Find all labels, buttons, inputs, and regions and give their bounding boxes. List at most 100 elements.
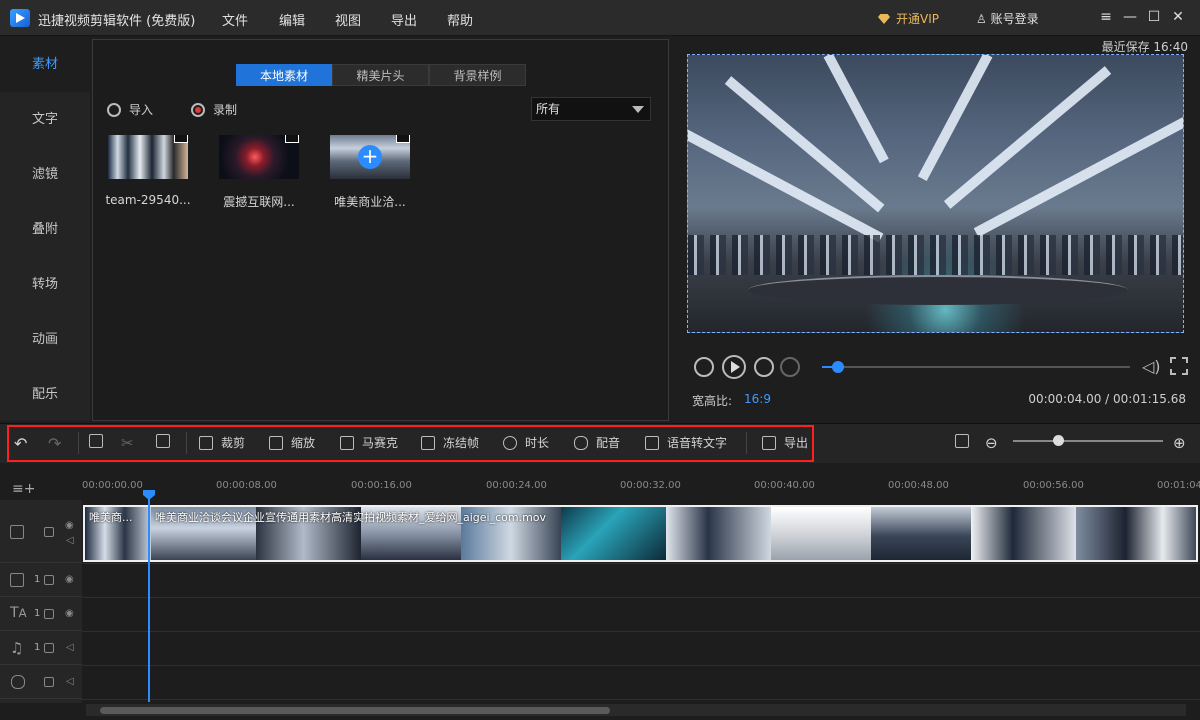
time-tick: 00:00:56.00	[1023, 480, 1084, 491]
scrollbar-thumb[interactable]	[100, 707, 610, 714]
media-library-panel: 本地素材 精美片头 背景样例 导入 录制 所有 team-29540... 震撼…	[92, 39, 669, 421]
playhead[interactable]	[148, 490, 150, 702]
menu-file[interactable]: 文件	[222, 10, 248, 29]
stop-button[interactable]	[780, 357, 800, 377]
sidebar-item-filters[interactable]: 滤镜	[0, 147, 90, 202]
zoom-slider-handle[interactable]	[1053, 435, 1064, 446]
import-label: 导入	[129, 103, 154, 117]
previous-frame-button[interactable]	[694, 357, 714, 377]
record-label: 录制	[213, 103, 238, 117]
lock-icon[interactable]	[44, 527, 54, 537]
time-tick: 00:00:32.00	[620, 480, 681, 491]
media-clip[interactable]: team-29540...	[105, 135, 191, 207]
timeline-zoom-slider[interactable]	[1013, 435, 1163, 446]
app-logo-icon	[10, 9, 30, 27]
sidebar-item-transitions[interactable]: 转场	[0, 257, 90, 312]
sidebar-item-overlay[interactable]: 叠附	[0, 202, 90, 257]
title-bar: 迅捷视频剪辑软件 (免费版) 文件 编辑 视图 导出 帮助 开通VIP ♙ 账号…	[0, 0, 1200, 36]
eye-icon[interactable]: ◉	[65, 574, 74, 585]
media-filter-select[interactable]: 所有	[531, 97, 651, 121]
filter-value: 所有	[536, 102, 561, 116]
video-track-header: 1 ◉	[0, 564, 82, 597]
sidebar-item-media[interactable]: 素材	[0, 37, 90, 92]
speaker-icon[interactable]: ◁	[66, 535, 74, 546]
vip-label: 开通VIP	[896, 12, 939, 26]
lock-icon[interactable]	[44, 609, 54, 619]
lock-icon[interactable]	[44, 575, 54, 585]
autosave-status: 最近保存 16:40	[1101, 40, 1188, 54]
import-button[interactable]: 导入	[107, 101, 153, 118]
volume-icon[interactable]: ◁)	[1142, 357, 1161, 376]
menu-help[interactable]: 帮助	[447, 10, 473, 29]
time-tick: 00:00:08.00	[216, 480, 277, 491]
track-count: 1	[34, 642, 41, 653]
record-icon	[191, 103, 205, 117]
menu-export[interactable]: 导出	[391, 10, 417, 29]
app-title: 迅捷视频剪辑软件 (免费版)	[38, 14, 196, 29]
time-tick: 00:00:40.00	[754, 480, 815, 491]
record-button[interactable]: 录制	[191, 101, 237, 118]
sidebar-item-music[interactable]: 配乐	[0, 367, 90, 422]
tab-intros[interactable]: 精美片头	[332, 64, 429, 86]
next-frame-button[interactable]	[754, 357, 774, 377]
microphone-icon	[11, 675, 25, 689]
fullscreen-icon[interactable]	[1170, 357, 1188, 375]
add-to-timeline-icon[interactable]: +	[358, 145, 382, 169]
close-button[interactable]: ✕	[1169, 9, 1187, 25]
seek-handle[interactable]	[832, 361, 845, 373]
aspect-ratio-label: 宽高比:	[692, 394, 733, 408]
toolbar-highlight-box	[7, 425, 814, 462]
dropdown-arrow-icon	[632, 106, 644, 113]
aspect-ratio-value[interactable]: 16:9	[744, 392, 771, 406]
account-login-button[interactable]: ♙ 账号登录	[976, 10, 1039, 27]
clip-thumbnail: +	[330, 135, 410, 179]
speaker-icon[interactable]: ◁	[66, 642, 74, 653]
account-label: 账号登录	[990, 12, 1039, 26]
main-video-track-header: ◉ ◁	[0, 500, 82, 563]
lock-icon[interactable]	[44, 677, 54, 687]
clip-thumbnail	[219, 135, 299, 179]
menu-view[interactable]: 视图	[335, 10, 361, 29]
eye-icon[interactable]: ◉	[65, 520, 74, 531]
track-headers: ◉ ◁ 1 ◉ TA 1 ◉ ♫ 1 ◁ ◁	[0, 500, 82, 703]
video-type-icon	[396, 135, 410, 143]
tab-local-media[interactable]: 本地素材	[236, 64, 332, 86]
clip-name: 唯美商业洽...	[334, 195, 406, 209]
video-preview[interactable]	[687, 54, 1184, 333]
menu-edit[interactable]: 编辑	[279, 10, 305, 29]
video-clip-track[interactable]: 唯美商... 唯美商业洽谈会议企业宣传通用素材高清实拍视频素材_爱给网_aige…	[83, 505, 1198, 562]
media-clip[interactable]: + 唯美商业洽...	[330, 135, 410, 210]
time-tick: 00:00:48.00	[888, 480, 949, 491]
music-note-icon: ♫	[10, 639, 24, 657]
seek-bar[interactable]	[822, 361, 1130, 373]
play-button[interactable]	[722, 355, 746, 379]
clip-label-video: 唯美商业洽谈会议企业宣传通用素材高清实拍视频素材_爱给网_aigei_com.m…	[155, 511, 547, 524]
sidebar-item-text[interactable]: 文字	[0, 92, 90, 147]
text-track-icon: TA	[10, 605, 27, 621]
import-icon	[107, 103, 121, 117]
sidebar-item-animation[interactable]: 动画	[0, 312, 90, 367]
hamburger-menu-icon[interactable]: ≡	[1097, 9, 1115, 25]
maximize-button[interactable]: ☐	[1145, 9, 1163, 25]
minimize-button[interactable]: —	[1121, 9, 1139, 25]
zoom-in-icon[interactable]: ⊕	[1173, 434, 1186, 452]
play-icon	[731, 361, 740, 373]
lock-icon[interactable]	[44, 643, 54, 653]
time-tick: 00:00:00.00	[82, 480, 143, 491]
vip-button[interactable]: 开通VIP	[878, 10, 939, 27]
timeline	[0, 464, 1200, 720]
preview-panel: 最近保存 16:40 ◁) 宽高比: 16:9 00:00:04.00 / 00…	[672, 37, 1200, 421]
media-clip[interactable]: 震撼互联网...	[219, 135, 299, 210]
image-type-icon	[174, 135, 188, 143]
eye-icon[interactable]: ◉	[65, 608, 74, 619]
speaker-icon[interactable]: ◁	[66, 676, 74, 687]
zoom-out-icon[interactable]: ⊖	[985, 434, 998, 452]
clip-name: 震撼互联网...	[223, 195, 295, 209]
timeline-scrollbar[interactable]	[86, 704, 1186, 716]
tab-backgrounds[interactable]: 背景样例	[429, 64, 526, 86]
add-track-icon[interactable]: ≡+	[12, 481, 35, 497]
text-track-header: TA 1 ◉	[0, 598, 82, 631]
sidebar: 素材 文字 滤镜 叠附 转场 动画 配乐	[0, 37, 90, 421]
timecode: 00:00:04.00 / 00:01:15.68	[1028, 392, 1186, 406]
fit-timeline-icon[interactable]	[955, 434, 977, 448]
